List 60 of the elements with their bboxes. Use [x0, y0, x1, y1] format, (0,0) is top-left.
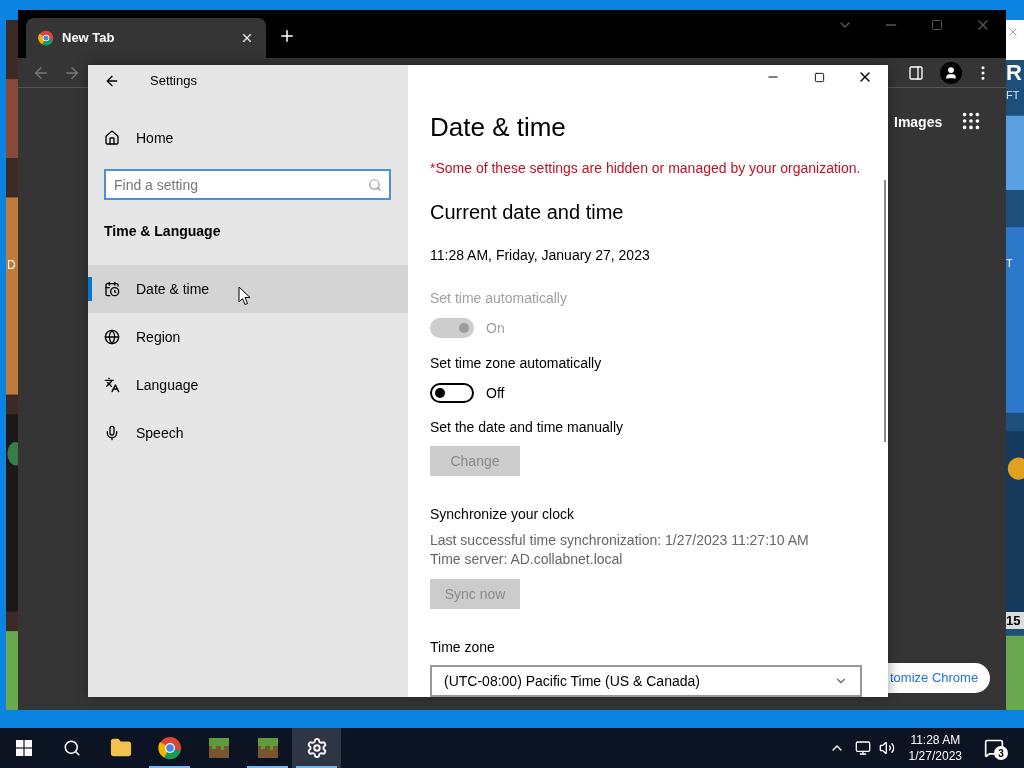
profile-icon[interactable] [940, 61, 962, 84]
setting-label: Time zone [430, 638, 496, 657]
section-heading: Time & Language [104, 222, 222, 241]
clock-date[interactable]: 1/27/2023 [908, 748, 962, 764]
gear-icon[interactable] [305, 737, 328, 759]
folder-icon[interactable] [109, 737, 132, 759]
side-panel-icon[interactable] [908, 64, 924, 81]
timezone-dropdown[interactable]: (UTC-08:00) Pacific Time (US & Canada) [430, 665, 862, 697]
action-button: Change [430, 446, 520, 476]
close-icon[interactable] [240, 31, 254, 45]
search-field[interactable]: Find a setting [104, 169, 391, 200]
window-text: T [1006, 258, 1013, 269]
grass-block-icon[interactable] [207, 737, 230, 759]
mouse-cursor-icon [238, 286, 251, 306]
section-heading: Current date and time [430, 200, 625, 225]
page-title: Date & time [430, 111, 567, 144]
nav-item[interactable]: Region [88, 313, 408, 361]
current-date-time: 11:28 AM, Friday, January 27, 2023 [430, 246, 651, 265]
setting-label: Synchronize your clock [430, 505, 575, 524]
setting-label: Set time zone automatically [430, 354, 603, 373]
search-icon [368, 178, 382, 192]
window-text: 15 [1006, 612, 1024, 629]
images-link[interactable]: Images [894, 112, 943, 133]
sync-info: Time server: AD.collabnet.local [430, 550, 624, 569]
home-icon [104, 130, 120, 146]
nav-item[interactable]: Language [88, 361, 408, 409]
new-tab-icon[interactable] [278, 27, 296, 45]
globe-icon [104, 329, 120, 345]
toggle-switch[interactable] [430, 383, 474, 403]
toggle-state: On [486, 318, 505, 338]
apps-icon[interactable] [960, 110, 982, 132]
nav-item[interactable]: Date & time [88, 265, 408, 313]
clock-time[interactable]: 11:28 AM [910, 732, 961, 748]
back-icon[interactable] [104, 73, 120, 89]
calendar-clock-icon [104, 281, 120, 297]
volume-icon[interactable] [878, 740, 895, 756]
sync-info: Last successful time synchronization: 1/27/2023 11:27:10 AM [430, 531, 810, 550]
notification-count: 3 [994, 746, 1008, 760]
action-button: Sync now [430, 579, 520, 609]
chrome-logo-icon [38, 30, 54, 46]
nav-item[interactable]: Speech [88, 409, 408, 457]
windows-logo-icon[interactable] [16, 740, 32, 756]
tab-title: New Tab [62, 29, 116, 48]
customize-chrome-button[interactable]: tomize Chrome [888, 663, 990, 693]
network-icon[interactable] [854, 740, 871, 756]
grass-block-icon[interactable] [256, 737, 279, 759]
window-title: Settings [150, 72, 197, 91]
window-text: FT [1006, 90, 1020, 101]
maximize-icon[interactable] [813, 71, 825, 83]
home-item[interactable]: Home [88, 118, 408, 158]
browser-tab[interactable]: New Tab [26, 18, 266, 58]
microphone-icon [104, 425, 120, 441]
setting-label: Set time automatically [430, 289, 568, 308]
window-text: R [1006, 62, 1022, 84]
toggle-state: Off [486, 383, 505, 403]
search-icon[interactable] [63, 739, 81, 757]
language-icon [104, 377, 120, 393]
window-text: D [7, 257, 16, 274]
policy-notice: *Some of these settings are hidden or managed by your organization. [430, 159, 862, 178]
setting-label: Set the date and time manually [430, 418, 624, 437]
